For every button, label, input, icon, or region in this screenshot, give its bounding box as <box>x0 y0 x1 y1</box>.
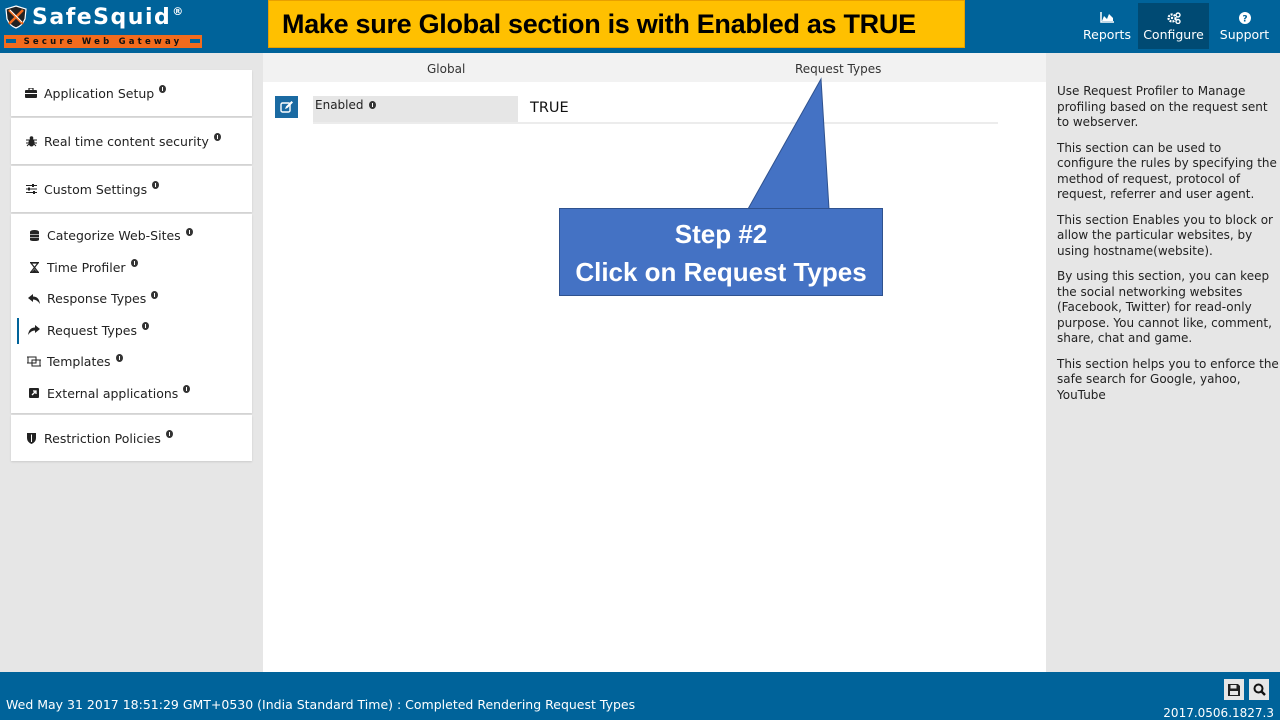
sidebar-item-categorize-web-sites[interactable]: Categorize Web-Sites <box>11 220 252 252</box>
nav-support[interactable]: ? Support <box>1209 3 1280 49</box>
nav-reports-label: Reports <box>1083 26 1131 42</box>
status-text: Wed May 31 2017 18:51:29 GMT+0530 (India… <box>6 697 636 712</box>
save-button[interactable] <box>1224 679 1244 700</box>
shield-icon <box>24 431 38 445</box>
sidebar-item-label: Time Profiler <box>47 259 126 275</box>
info-icon[interactable] <box>130 259 138 268</box>
safesquid-logo[interactable]: SafeSquid® Secure Web Gateway <box>4 2 204 50</box>
help-paragraph: By using this section, you can keep the … <box>1057 269 1272 345</box>
cogs-icon <box>1166 11 1181 25</box>
sidebar-item-label: Custom Settings <box>44 181 148 197</box>
callout-instruction: Click on Request Types <box>575 257 867 287</box>
briefcase-icon <box>24 86 38 100</box>
sidebar-submenu: Categorize Web-Sites Time Profiler Respo… <box>11 214 252 413</box>
step-callout: Step #2 Click on Request Types <box>559 208 883 296</box>
sidebar-item-external-applications[interactable]: External applications <box>11 378 252 410</box>
instruction-banner: Make sure Global section is with Enabled… <box>268 0 965 48</box>
logo-tagline-strip: Secure Web Gateway <box>4 35 202 48</box>
info-icon[interactable] <box>141 322 149 331</box>
sidebar-card: Real time content security <box>11 118 252 164</box>
tab-global[interactable]: Global <box>427 62 465 76</box>
help-paragraph: This section helps you to enforce the sa… <box>1057 356 1279 402</box>
sidebar-item-templates[interactable]: Templates <box>11 346 252 378</box>
info-icon[interactable] <box>115 353 123 362</box>
tab-bar: Global Request Types <box>263 53 1046 82</box>
sidebar-item-custom-settings[interactable]: Custom Settings <box>11 166 252 212</box>
help-panel: Use Request Profiler to Manage profiling… <box>1057 84 1280 413</box>
sidebar-item-label: Request Types <box>47 322 137 338</box>
sidebar-card: Restriction Policies <box>11 415 252 461</box>
callout-step: Step #2 <box>674 219 768 249</box>
sidebar-item-request-types[interactable]: Request Types <box>11 315 252 347</box>
sidebar-item-time-profiler[interactable]: Time Profiler <box>11 252 252 284</box>
external-link-icon <box>27 386 41 400</box>
logo-name: SafeSquid® <box>32 4 185 30</box>
question-circle-icon: ? <box>1238 11 1251 25</box>
sidebar-item-label: Restriction Policies <box>44 430 161 446</box>
search-button[interactable] <box>1249 679 1269 700</box>
sidebar-item-label: Templates <box>47 354 111 370</box>
help-paragraph: This section Enables you to block or all… <box>1057 212 1273 258</box>
sliders-icon <box>24 182 38 196</box>
field-divider <box>313 122 998 124</box>
info-icon[interactable] <box>152 181 160 189</box>
nav-support-label: Support <box>1219 26 1270 42</box>
help-paragraph: This section can be used to configure th… <box>1057 140 1277 202</box>
help-paragraph: Use Request Profiler to Manage profiling… <box>1057 84 1268 129</box>
banner-text: Make sure Global section is with Enabled… <box>282 8 916 39</box>
sidebar-item-label: External applications <box>47 385 179 401</box>
share-icon <box>27 323 41 337</box>
nav-reports[interactable]: Reports <box>1076 3 1138 49</box>
info-icon[interactable] <box>368 101 376 109</box>
sidebar-card: Application Setup <box>11 70 252 116</box>
version-text: 2017.0506.1827.3 <box>1163 706 1274 720</box>
object-group-icon <box>27 355 41 369</box>
footer-bar: Wed May 31 2017 18:51:29 GMT+0530 (India… <box>0 672 1280 720</box>
enabled-field-label: Enabled <box>313 96 518 122</box>
main-panel: Global Request Types Enabled TRUE <box>263 53 1046 672</box>
sidebar-item-label: Application Setup <box>44 85 155 101</box>
sidebar-item-label: Response Types <box>47 291 147 307</box>
bug-icon <box>24 134 38 148</box>
shield-logo-icon <box>5 5 27 29</box>
sidebar-card: Custom Settings <box>11 166 252 212</box>
sidebar-item-label: Real time content security <box>44 133 209 149</box>
logo-tagline: Secure Web Gateway <box>23 36 183 47</box>
chart-area-icon <box>1100 11 1114 25</box>
svg-text:?: ? <box>1242 14 1247 24</box>
top-bar: SafeSquid® Secure Web Gateway Make sure … <box>0 0 1280 53</box>
search-icon <box>1253 683 1266 696</box>
sidebar-item-real-time-content-security[interactable]: Real time content security <box>11 118 252 164</box>
info-icon[interactable] <box>159 85 167 93</box>
enabled-field-value: TRUE <box>530 100 569 116</box>
sidebar-item-label: Categorize Web-Sites <box>47 228 181 244</box>
database-icon <box>27 229 41 243</box>
sidebar-item-response-types[interactable]: Response Types <box>11 283 252 315</box>
sidebar-item-restriction-policies[interactable]: Restriction Policies <box>11 415 252 461</box>
info-icon[interactable] <box>183 385 191 394</box>
nav-configure[interactable]: Configure <box>1138 3 1209 49</box>
tab-request-types[interactable]: Request Types <box>795 62 881 76</box>
hourglass-icon <box>27 260 41 274</box>
sidebar: Application Setup Real time content secu… <box>11 70 252 463</box>
info-icon[interactable] <box>151 290 159 299</box>
floppy-disk-icon <box>1228 683 1240 696</box>
edit-icon <box>279 101 293 113</box>
top-nav: Reports Configure ? Support <box>1076 3 1280 49</box>
sidebar-item-application-setup[interactable]: Application Setup <box>11 70 252 116</box>
info-icon[interactable] <box>185 227 193 236</box>
info-icon[interactable] <box>213 133 221 141</box>
edit-button[interactable] <box>275 96 298 118</box>
reply-icon <box>27 292 41 306</box>
info-icon[interactable] <box>165 430 173 438</box>
nav-configure-label: Configure <box>1143 26 1204 42</box>
